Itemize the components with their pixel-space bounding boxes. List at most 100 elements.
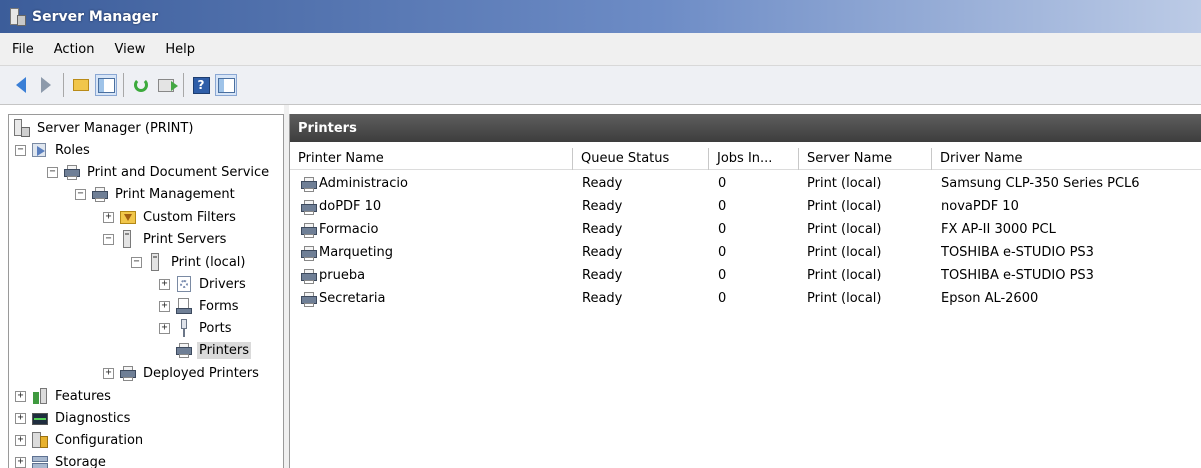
cell-status: Ready xyxy=(582,222,623,237)
tree-item-printers[interactable]: Printers xyxy=(175,339,252,361)
tree-item-print-local[interactable]: − Print (local) xyxy=(131,251,247,273)
cell-name: prueba xyxy=(319,268,366,283)
tree-item-deployed-printers[interactable]: + Deployed Printers xyxy=(103,362,261,384)
printer-icon xyxy=(300,244,318,261)
print-server-icon xyxy=(147,253,165,271)
help-icon: ? xyxy=(192,76,210,94)
printer-row[interactable]: Formacio Ready 0 Print (local) FX AP-II 3000… xyxy=(290,218,1201,241)
cell-name: Formacio xyxy=(319,222,379,237)
tree-label: Forms xyxy=(199,298,239,314)
column-header-jobs[interactable]: Jobs In... xyxy=(709,148,799,170)
printer-icon xyxy=(63,163,81,181)
cell-driver: TOSHIBA e-STUDIO PS3 xyxy=(941,268,1094,283)
cell-jobs: 0 xyxy=(718,222,727,237)
print-management-icon xyxy=(91,185,109,203)
window-title: Server Manager xyxy=(32,8,159,25)
tree-item-ports[interactable]: + Ports xyxy=(159,317,234,339)
tree-item-forms[interactable]: + Forms xyxy=(159,295,241,317)
print-servers-icon xyxy=(119,230,137,248)
results-pane: Printers Printer Name Queue Status Jobs … xyxy=(289,114,1201,468)
results-header: Printers xyxy=(290,114,1201,142)
column-header-printer-name[interactable]: Printer Name xyxy=(290,148,573,170)
cell-server: Print (local) xyxy=(807,199,882,214)
column-header-server-name[interactable]: Server Name xyxy=(799,148,932,170)
back-button[interactable] xyxy=(10,74,32,96)
column-header-row: Printer Name Queue Status Jobs In... Ser… xyxy=(290,148,1201,170)
features-icon xyxy=(31,387,49,405)
expand-toggle[interactable]: + xyxy=(15,412,26,424)
tree-label-selected: Printers xyxy=(197,341,252,359)
tree-item-roles[interactable]: − Roles xyxy=(15,139,92,161)
printer-icon xyxy=(300,290,318,307)
forward-arrow-icon xyxy=(41,77,51,93)
show-hide-tree-icon xyxy=(97,77,115,93)
tree-item-diagnostics[interactable]: + Diagnostics xyxy=(15,407,132,429)
tree-label: Ports xyxy=(199,320,232,336)
tree-item-features[interactable]: + Features xyxy=(15,385,113,407)
expand-toggle[interactable]: + xyxy=(103,367,114,379)
tree-item-drivers[interactable]: + Drivers xyxy=(159,273,248,295)
tree-label: Storage xyxy=(55,454,106,468)
expand-toggle[interactable]: + xyxy=(15,434,26,446)
collapse-toggle[interactable]: − xyxy=(131,256,142,268)
printer-row[interactable]: prueba Ready 0 Print (local) TOSHIBA e-STUDI… xyxy=(290,264,1201,287)
help-button[interactable]: ? xyxy=(190,74,212,96)
expand-toggle[interactable]: + xyxy=(159,278,170,290)
cell-driver: Epson AL-2600 xyxy=(941,291,1039,306)
drivers-icon xyxy=(175,275,193,293)
cell-status: Ready xyxy=(582,199,623,214)
expand-toggle[interactable]: + xyxy=(159,322,170,334)
refresh-button[interactable] xyxy=(130,74,152,96)
tree-item-configuration[interactable]: + Configuration xyxy=(15,429,145,451)
expand-toggle[interactable]: + xyxy=(103,211,114,223)
cell-driver: Samsung CLP-350 Series PCL6 xyxy=(941,176,1140,191)
menu-file[interactable]: File xyxy=(2,42,44,57)
expand-toggle[interactable]: + xyxy=(15,456,26,468)
menu-action[interactable]: Action xyxy=(44,42,105,57)
expand-toggle[interactable]: + xyxy=(15,390,26,402)
tree-item-print-servers[interactable]: − Print Servers xyxy=(103,228,228,250)
action-pane-button[interactable] xyxy=(215,74,237,96)
collapse-toggle[interactable]: − xyxy=(75,188,86,200)
toolbar: ? xyxy=(0,66,1201,105)
menu-bar: File Action View Help xyxy=(0,33,1201,66)
tree-item-print-management[interactable]: − Print Management xyxy=(75,183,237,205)
toolbar-separator xyxy=(63,73,64,97)
collapse-toggle[interactable]: − xyxy=(15,144,26,156)
menu-help[interactable]: Help xyxy=(155,42,205,57)
roles-icon xyxy=(31,141,49,159)
tree-label: Configuration xyxy=(55,432,144,448)
storage-icon xyxy=(31,453,49,468)
tree-item-storage[interactable]: + Storage xyxy=(15,451,108,468)
printer-icon xyxy=(119,364,137,382)
ports-icon xyxy=(175,319,193,337)
printer-row[interactable]: Secretaria Ready 0 Print (local) Epson AL-26… xyxy=(290,287,1201,310)
console-tree[interactable]: Server Manager (PRINT) − Roles − Print a… xyxy=(8,114,284,468)
up-one-level-button[interactable] xyxy=(70,74,92,96)
tree-item-custom-filters[interactable]: + Custom Filters xyxy=(103,206,238,228)
cell-name: Secretaria xyxy=(319,291,386,306)
tree-item-print-document-services[interactable]: − Print and Document Service xyxy=(47,161,271,183)
filter-folder-icon xyxy=(119,208,137,226)
configuration-icon xyxy=(31,431,49,449)
up-folder-icon xyxy=(73,79,89,91)
printer-row[interactable]: Marqueting Ready 0 Print (local) TOSHIBA e-S… xyxy=(290,241,1201,264)
expand-toggle[interactable]: + xyxy=(159,300,170,312)
tree-item-root[interactable]: Server Manager (PRINT) xyxy=(13,117,195,139)
action-pane-icon xyxy=(217,77,235,93)
printer-row[interactable]: Administracio Ready 0 Print (local) Samsung … xyxy=(290,172,1201,195)
menu-view[interactable]: View xyxy=(104,42,155,57)
cell-jobs: 0 xyxy=(718,291,727,306)
show-hide-tree-button[interactable] xyxy=(95,74,117,96)
forward-button[interactable] xyxy=(35,74,57,96)
column-header-queue-status[interactable]: Queue Status xyxy=(573,148,709,170)
export-list-button[interactable] xyxy=(155,74,178,96)
printer-row[interactable]: doPDF 10 Ready 0 Print (local) novaPDF 10 xyxy=(290,195,1201,218)
tree-label: Roles xyxy=(55,142,90,158)
printer-icon xyxy=(300,267,318,284)
column-header-driver-name[interactable]: Driver Name xyxy=(932,148,1201,170)
collapse-toggle[interactable]: − xyxy=(47,166,58,178)
collapse-toggle[interactable]: − xyxy=(103,233,114,245)
cell-jobs: 0 xyxy=(718,245,727,260)
cell-driver: TOSHIBA e-STUDIO PS3 xyxy=(941,245,1094,260)
